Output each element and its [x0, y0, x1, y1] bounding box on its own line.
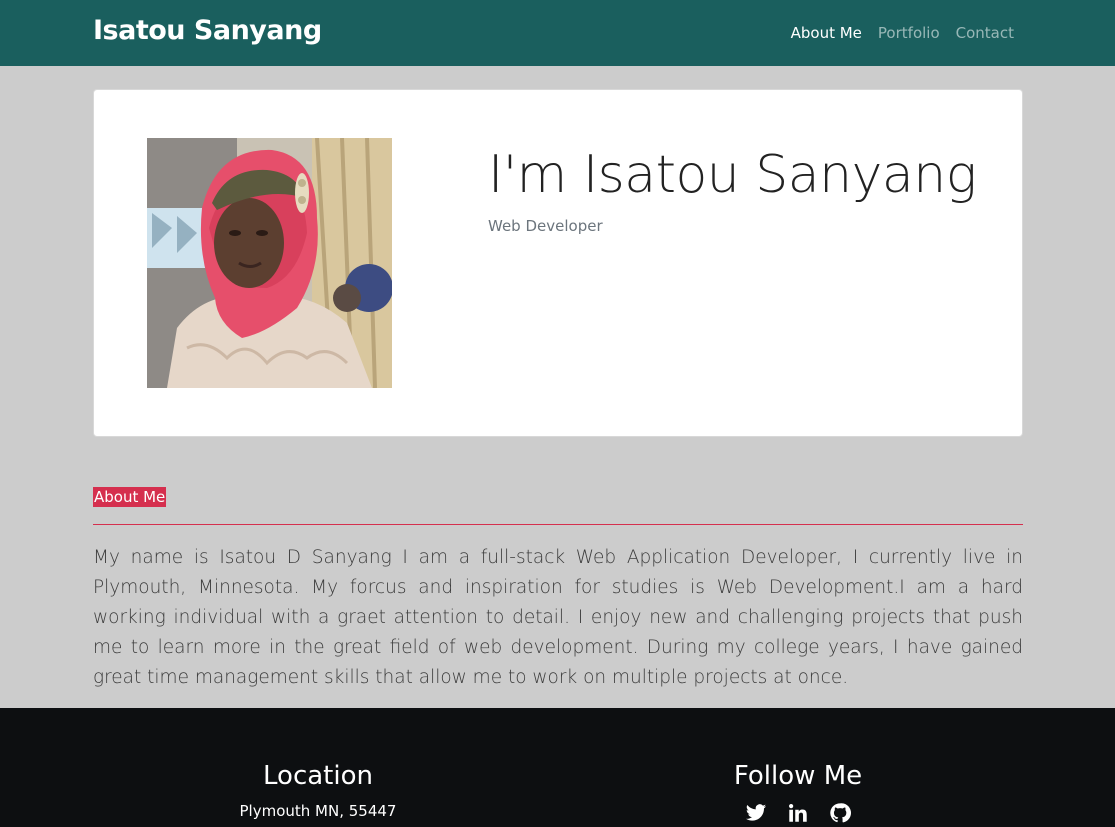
hero-title: I'm Isatou Sanyang	[488, 145, 977, 205]
nav-links: About Me Portfolio Contact	[791, 22, 1014, 44]
hero-subtitle: Web Developer	[488, 217, 603, 235]
navbar: Isatou Sanyang About Me Portfolio Contac…	[0, 0, 1115, 66]
about-divider	[93, 524, 1023, 525]
follow-heading: Follow Me	[733, 761, 863, 791]
github-icon[interactable]	[829, 802, 851, 824]
linkedin-icon[interactable]	[787, 802, 809, 824]
brand-link[interactable]: Isatou Sanyang	[93, 14, 322, 48]
footer-follow: Follow Me	[698, 756, 898, 824]
about-me-label: About Me	[93, 487, 167, 507]
about-me-text: My name is Isatou D Sanyang I am a full-…	[93, 547, 1023, 688]
nav-link-contact[interactable]: Contact	[956, 22, 1014, 44]
nav-link-about-me[interactable]: About Me	[791, 22, 862, 44]
footer: Location Plymouth MN, 55447 Follow Me	[0, 708, 1115, 827]
twitter-icon[interactable]	[745, 802, 767, 824]
footer-location: Location Plymouth MN, 55447	[218, 756, 418, 822]
location-address: Plymouth MN, 55447	[239, 802, 397, 820]
social-icons	[698, 802, 898, 824]
profile-photo	[147, 138, 392, 388]
hero-card: I'm Isatou Sanyang Web Developer	[93, 89, 1023, 437]
location-heading: Location	[263, 761, 373, 791]
nav-link-portfolio[interactable]: Portfolio	[878, 22, 940, 44]
